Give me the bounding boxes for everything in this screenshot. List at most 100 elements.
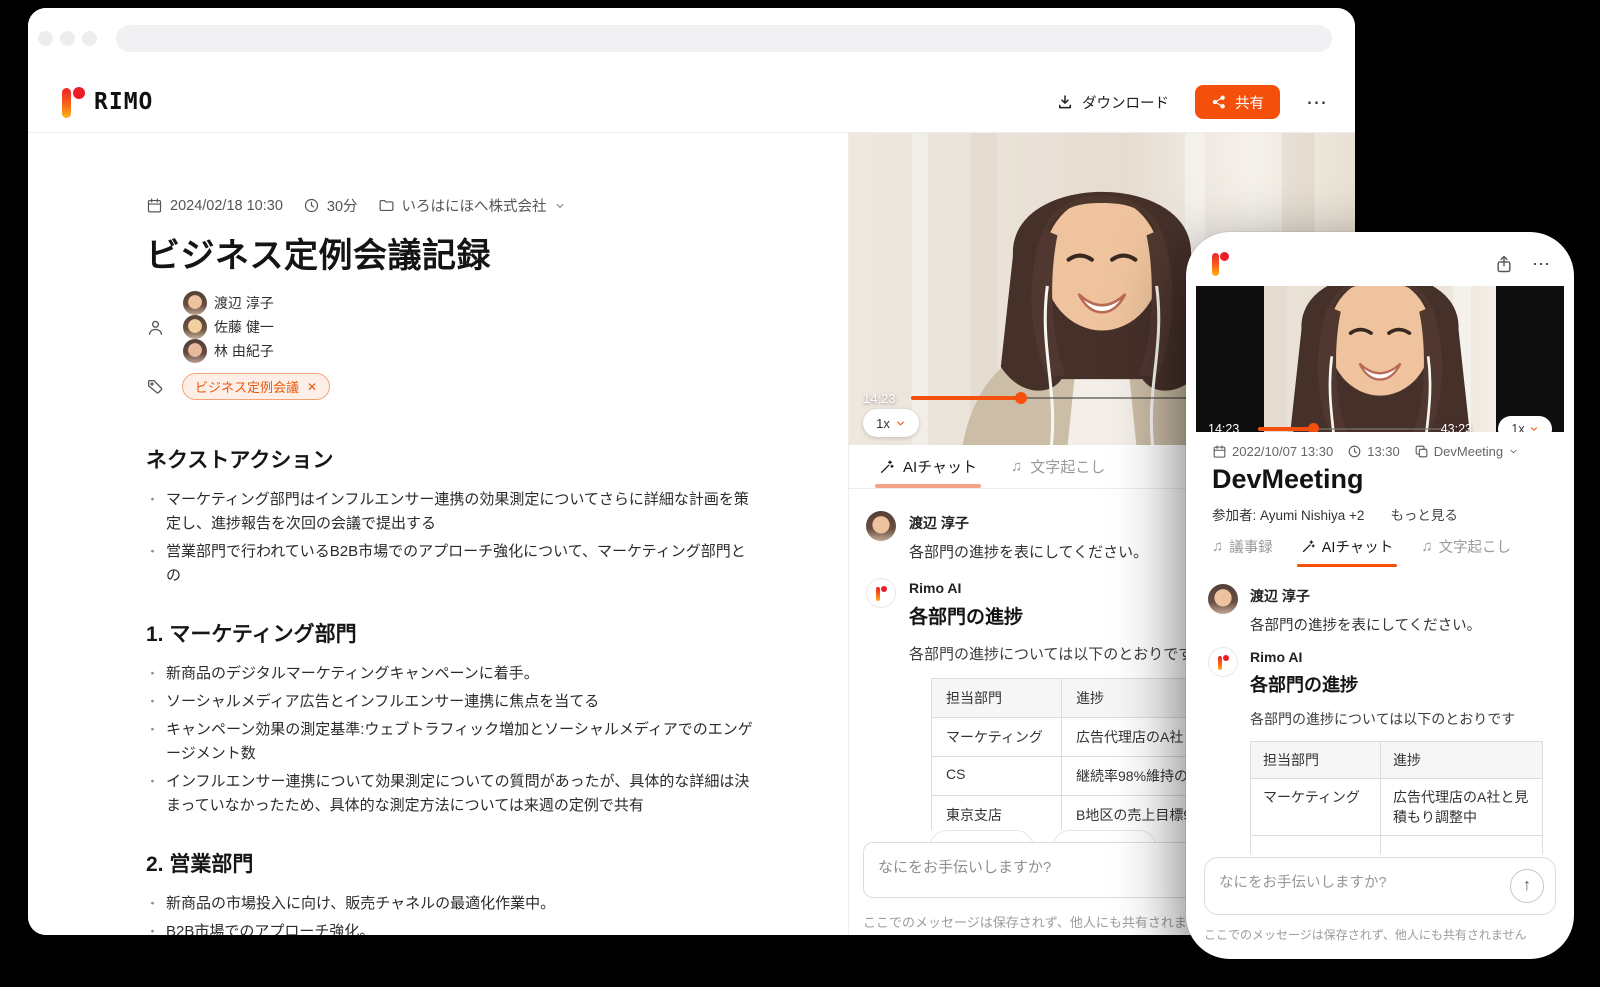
participant[interactable]: 佐藤 健一 <box>183 315 274 339</box>
phone-video-frame <box>1264 286 1496 432</box>
table-cell: 広告代理店のA社と見積もり調整中 <box>1381 779 1543 836</box>
calendar-icon <box>1212 444 1227 459</box>
clock-icon <box>303 197 320 214</box>
avatar <box>1208 584 1238 614</box>
playback-current-time: 14:23 <box>863 391 896 406</box>
participant-name: 佐藤 健一 <box>214 317 274 337</box>
tab-ai-chat[interactable]: AIチャット <box>1301 536 1394 557</box>
phone-video-player[interactable]: 14:23 43:23 1x <box>1196 286 1564 432</box>
tab-transcript[interactable]: ♫ 文字起こし <box>1421 536 1511 557</box>
download-button[interactable]: ダウンロード <box>1056 92 1169 113</box>
calendar-icon <box>146 197 163 214</box>
tag-icon <box>146 378 164 396</box>
person-icon <box>146 318 165 337</box>
phone-progress-table: 担当部門進捗マーケティング広告代理店のA社と見積もり調整中 <box>1250 741 1543 854</box>
phone-chat-panel: 渡辺 淳子 各部門の進捗を表にしてください。 Rimo AI 各部門の進捗 各部… <box>1186 584 1574 854</box>
phone-playback-total-time: 43:23 <box>1441 422 1472 432</box>
send-button[interactable]: ↑ <box>1510 869 1544 903</box>
phone-header-actions: ⋯ <box>1494 254 1550 274</box>
rimo-logo-icon <box>876 586 887 601</box>
video-frame-portrait <box>1264 286 1496 432</box>
phone-meeting-date: 2022/10/07 13:30 <box>1212 444 1333 459</box>
phone-chat-input[interactable] <box>1205 858 1555 914</box>
folder-icon <box>378 197 395 214</box>
avatar <box>183 291 207 315</box>
message-author: Rimo AI <box>1250 649 1515 665</box>
table-cell: マーケティング <box>932 718 1062 757</box>
seek-bar-knob[interactable] <box>1308 423 1319 432</box>
share-button[interactable]: 共有 <box>1195 85 1280 119</box>
phone-tabbar: ♫ 議事録 AIチャット ♫ 文字起こし <box>1212 536 1511 557</box>
table-cell: マーケティング <box>1251 779 1381 836</box>
participant[interactable]: 渡辺 淳子 <box>183 291 274 315</box>
tab-minutes[interactable]: ♫ 議事録 <box>1212 536 1273 557</box>
playback-speed-button[interactable]: 1x <box>863 409 919 437</box>
message-text: 各部門の進捗を表にしてください。 <box>1250 614 1481 635</box>
message-text: 各部門の進捗を表にしてください。 <box>909 541 1148 562</box>
rimo-logo-icon <box>62 87 84 118</box>
section-bullets: マーケティング部門はインフルエンサー連携の効果測定についてさらに詳細な計画を策定… <box>146 488 758 588</box>
stage: RIMO ダウンロード 共有 ⋯ 2024/02/18 10:30 <box>0 0 1600 987</box>
meeting-date: 2024/02/18 10:30 <box>146 197 283 214</box>
table-header: 担当部門 <box>1251 742 1381 779</box>
meeting-meta: 2024/02/18 10:30 30分 いろはにほへ株式会社 <box>146 195 758 216</box>
chevron-down-icon <box>895 418 906 429</box>
copy-icon <box>1414 444 1429 459</box>
tag-remove-icon[interactable]: ✕ <box>307 380 317 394</box>
phone-chat-disclaimer: ここでのメッセージは保存されず、他人にも共有されません <box>1204 926 1527 943</box>
browser-window: RIMO ダウンロード 共有 ⋯ 2024/02/18 10:30 <box>28 8 1355 935</box>
rimo-logo-icon <box>1218 655 1229 670</box>
participants-row: 渡辺 淳子佐藤 健一林 由紀子 <box>146 291 758 363</box>
window-control-dot[interactable] <box>82 31 97 46</box>
phone-show-more-link[interactable]: もっと見る <box>1390 504 1458 524</box>
phone-more-menu-button[interactable]: ⋯ <box>1532 255 1550 273</box>
seek-bar-knob[interactable] <box>1015 392 1027 404</box>
document-body: ネクストアクションマーケティング部門はインフルエンサー連携の効果測定についてさら… <box>146 444 758 935</box>
seek-bar-progress <box>1258 427 1314 431</box>
app-header: RIMO ダウンロード 共有 ⋯ <box>28 72 1355 133</box>
magic-wand-icon <box>879 459 895 475</box>
tag-row: ビジネス定例会議 ✕ <box>146 373 758 400</box>
phone-app-header: ⋯ <box>1212 244 1550 284</box>
table-header: 担当部門 <box>932 679 1062 718</box>
avatar <box>183 339 207 363</box>
address-bar[interactable] <box>116 25 1332 52</box>
window-control-dot[interactable] <box>38 31 53 46</box>
table-cell <box>1251 836 1381 855</box>
chat-disclaimer: ここでのメッセージは保存されず、他人にも共有されません <box>863 912 1212 931</box>
tag-pill[interactable]: ビジネス定例会議 ✕ <box>182 373 330 400</box>
phone-seek-bar[interactable] <box>1258 428 1444 430</box>
tab-ai-chat[interactable]: AIチャット <box>879 445 977 488</box>
participant[interactable]: 林 由紀子 <box>183 339 274 363</box>
chevron-down-icon <box>1529 424 1539 432</box>
tab-transcript[interactable]: ♫ 文字起こし <box>1011 445 1105 488</box>
section-heading: ネクストアクション <box>146 444 758 474</box>
rimo-logo-text: RIMO <box>94 89 153 115</box>
phone-playback-speed-button[interactable]: 1x <box>1498 416 1552 432</box>
more-menu-button[interactable]: ⋯ <box>1306 92 1327 113</box>
ios-share-icon[interactable] <box>1494 254 1514 274</box>
workspace-selector[interactable]: いろはにほへ株式会社 <box>378 195 566 216</box>
phone-workspace-selector[interactable]: DevMeeting <box>1414 444 1519 459</box>
download-label: ダウンロード <box>1082 92 1169 113</box>
rimo-ai-avatar <box>866 578 896 608</box>
bullet-item: キャンペーン効果の測定基準:ウェブトラフィック増加とソーシャルメディアでのエンゲ… <box>146 718 758 766</box>
browser-chrome <box>28 8 1355 72</box>
bullet-item: B2B市場でのアプローチ強化。 <box>146 920 758 935</box>
header-actions: ダウンロード 共有 ⋯ <box>1056 85 1327 119</box>
avatar <box>183 315 207 339</box>
clock-icon <box>1347 444 1362 459</box>
phone-meeting-meta: 2022/10/07 13:30 13:30 DevMeeting <box>1212 444 1519 459</box>
table-cell <box>1381 836 1543 855</box>
rimo-logo-icon[interactable] <box>1212 252 1228 276</box>
section-bullets: 新商品のデジタルマーケティングキャンペーンに着手。ソーシャルメディア広告とインフ… <box>146 662 758 818</box>
bullet-item: インフルエンサー連携について効果測定についての質問があったが、具体的な詳細は決ま… <box>146 770 758 818</box>
participant-name: 渡辺 淳子 <box>214 293 274 313</box>
phone-chat-input-wrap: ↑ <box>1204 857 1556 915</box>
page-title: ビジネス定例会議記録 <box>146 228 758 277</box>
phone-participants-row: 参加者: Ayumi Nishiya +2 もっと見る <box>1212 504 1458 524</box>
rimo-logo[interactable]: RIMO <box>62 87 153 118</box>
participants-list: 渡辺 淳子佐藤 健一林 由紀子 <box>183 291 274 363</box>
window-control-dot[interactable] <box>60 31 75 46</box>
message-author: 渡辺 淳子 <box>1250 586 1481 606</box>
